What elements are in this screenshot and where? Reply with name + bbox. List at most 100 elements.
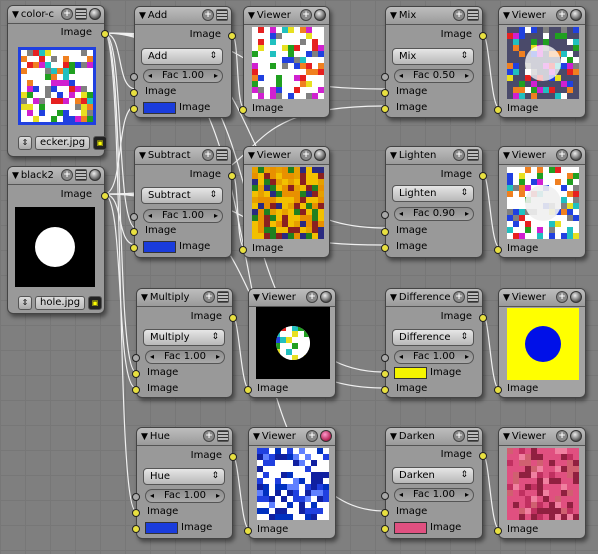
viewer-node-darken[interactable]: ▼ Viewer + Image (494, 427, 586, 539)
input-socket-1[interactable] (130, 89, 138, 97)
grip-icon[interactable] (216, 149, 228, 161)
sphere-icon[interactable] (320, 430, 332, 442)
filename-field[interactable]: ecker.jpg (35, 136, 91, 150)
fac-slider[interactable]: ◂ Fac 1.00 ▸ (145, 350, 225, 364)
input-socket[interactable] (244, 527, 252, 535)
output-socket[interactable] (229, 314, 237, 322)
output-socket[interactable] (479, 32, 487, 40)
node-header[interactable]: ▼ Lighten + (386, 147, 482, 165)
fac-socket[interactable] (130, 73, 138, 81)
left-arrow-icon[interactable]: ◂ (399, 208, 403, 220)
input-socket-2[interactable] (381, 244, 389, 252)
plus-icon[interactable]: + (556, 9, 568, 21)
blend-mode-select[interactable]: Multiply ⇕ (143, 329, 225, 346)
input-socket[interactable] (244, 386, 252, 394)
input-socket-2[interactable] (381, 386, 389, 394)
fac-slider[interactable]: ◂ Fac 1.00 ▸ (394, 488, 474, 502)
right-arrow-icon[interactable]: ▸ (465, 489, 469, 501)
fac-socket[interactable] (132, 354, 140, 362)
blend-mode-select[interactable]: Subtract ⇕ (141, 187, 223, 204)
collapse-triangle-icon[interactable]: ▼ (253, 293, 260, 303)
sphere-icon[interactable] (570, 430, 582, 442)
mix-node-difference[interactable]: ▼ Difference + Image Difference ⇕ ◂ Fac 1.0… (381, 288, 487, 398)
sphere-icon[interactable] (314, 149, 326, 161)
node-header[interactable]: ▼ Viewer + (244, 7, 329, 25)
grip-icon[interactable] (75, 8, 87, 20)
left-arrow-icon[interactable]: ◂ (399, 351, 403, 363)
blend-mode-select[interactable]: Darken ⇕ (392, 467, 474, 484)
collapse-triangle-icon[interactable]: ▼ (248, 11, 255, 21)
input-socket[interactable] (239, 106, 247, 114)
node-header[interactable]: ▼ Subtract + (135, 147, 231, 165)
right-arrow-icon[interactable]: ▸ (465, 351, 469, 363)
plus-icon[interactable]: + (300, 9, 312, 21)
input-socket[interactable] (494, 106, 502, 114)
node-header[interactable]: ▼ Viewer + (249, 289, 335, 307)
left-arrow-icon[interactable]: ◂ (399, 70, 403, 82)
image-node-black2[interactable]: ▼ black2 + Image ⇕ hole.jpg ▣ (7, 166, 109, 314)
blend-mode-select[interactable]: Add ⇕ (141, 48, 223, 65)
input-socket-2[interactable] (381, 525, 389, 533)
grip-icon[interactable] (467, 9, 479, 21)
fac-socket[interactable] (381, 354, 389, 362)
grip-icon[interactable] (467, 149, 479, 161)
input-socket-2[interactable] (130, 105, 138, 113)
color-swatch[interactable] (394, 367, 427, 379)
output-socket[interactable] (479, 452, 487, 460)
input-socket-1[interactable] (381, 89, 389, 97)
mix-node-multiply[interactable]: ▼ Multiply + Image Multiply ⇕ ◂ Fac 1.00 ▸ I… (132, 288, 237, 398)
input-socket-2[interactable] (132, 525, 140, 533)
viewer-node-hue[interactable]: ▼ Viewer + Image (244, 427, 336, 539)
plus-icon[interactable]: + (300, 149, 312, 161)
right-arrow-icon[interactable]: ▸ (465, 208, 469, 220)
sphere-icon[interactable] (89, 8, 101, 20)
collapse-triangle-icon[interactable]: ▼ (248, 151, 255, 161)
plus-icon[interactable]: + (453, 149, 465, 161)
right-arrow-icon[interactable]: ▸ (216, 351, 220, 363)
mix-node-darken[interactable]: ▼ Darken + Image Darken ⇕ ◂ Fac 1.00 ▸ Image… (381, 427, 487, 539)
node-header[interactable]: ▼ Viewer + (499, 7, 585, 25)
fac-socket[interactable] (130, 213, 138, 221)
right-arrow-icon[interactable]: ▸ (465, 70, 469, 82)
fac-slider[interactable]: ◂ Fac 0.50 ▸ (394, 69, 474, 83)
plus-icon[interactable]: + (203, 291, 215, 303)
input-socket-1[interactable] (132, 370, 140, 378)
collapse-triangle-icon[interactable]: ▼ (390, 432, 397, 442)
fac-socket[interactable] (381, 492, 389, 500)
collapse-triangle-icon[interactable]: ▼ (141, 293, 148, 303)
plus-icon[interactable]: + (61, 169, 73, 181)
fac-slider[interactable]: ◂ Fac 1.00 ▸ (143, 209, 223, 223)
output-socket[interactable] (479, 172, 487, 180)
input-socket-1[interactable] (381, 370, 389, 378)
node-header[interactable]: ▼ color-c + (8, 6, 104, 24)
node-header[interactable]: ▼ Darken + (386, 428, 482, 446)
plus-icon[interactable]: + (453, 291, 465, 303)
collapse-triangle-icon[interactable]: ▼ (12, 10, 19, 20)
sphere-icon[interactable] (570, 291, 582, 303)
collapse-triangle-icon[interactable]: ▼ (253, 432, 260, 442)
plus-icon[interactable]: + (306, 430, 318, 442)
input-socket[interactable] (494, 386, 502, 394)
grip-icon[interactable] (467, 291, 479, 303)
mix-node-add[interactable]: ▼ Add + Image Add ⇕ ◂ Fac 1.00 ▸ Image Image (130, 6, 236, 118)
viewer-node-difference[interactable]: ▼ Viewer + Image (494, 288, 586, 398)
node-header[interactable]: ▼ Viewer + (499, 147, 585, 165)
node-header[interactable]: ▼ Viewer + (244, 147, 329, 165)
grip-icon[interactable] (216, 9, 228, 21)
sphere-icon[interactable] (570, 9, 582, 21)
node-header[interactable]: ▼ black2 + (8, 167, 104, 185)
output-socket[interactable] (229, 453, 237, 461)
grip-icon[interactable] (467, 430, 479, 442)
collapse-triangle-icon[interactable]: ▼ (503, 293, 510, 303)
collapse-triangle-icon[interactable]: ▼ (503, 151, 510, 161)
color-swatch[interactable] (143, 102, 176, 114)
mix-node-hue[interactable]: ▼ Hue + Image Hue ⇕ ◂ Fac 1.00 ▸ Image Image (132, 427, 237, 539)
collapse-triangle-icon[interactable]: ▼ (390, 151, 397, 161)
plus-icon[interactable]: + (202, 149, 214, 161)
collapse-triangle-icon[interactable]: ▼ (390, 293, 397, 303)
right-arrow-icon[interactable]: ▸ (214, 210, 218, 222)
grip-icon[interactable] (217, 291, 229, 303)
viewer-node-lighten[interactable]: ▼ Viewer + Image (494, 146, 586, 258)
viewer-node-add[interactable]: ▼ Viewer + Image (239, 6, 330, 118)
sphere-icon[interactable] (320, 291, 332, 303)
